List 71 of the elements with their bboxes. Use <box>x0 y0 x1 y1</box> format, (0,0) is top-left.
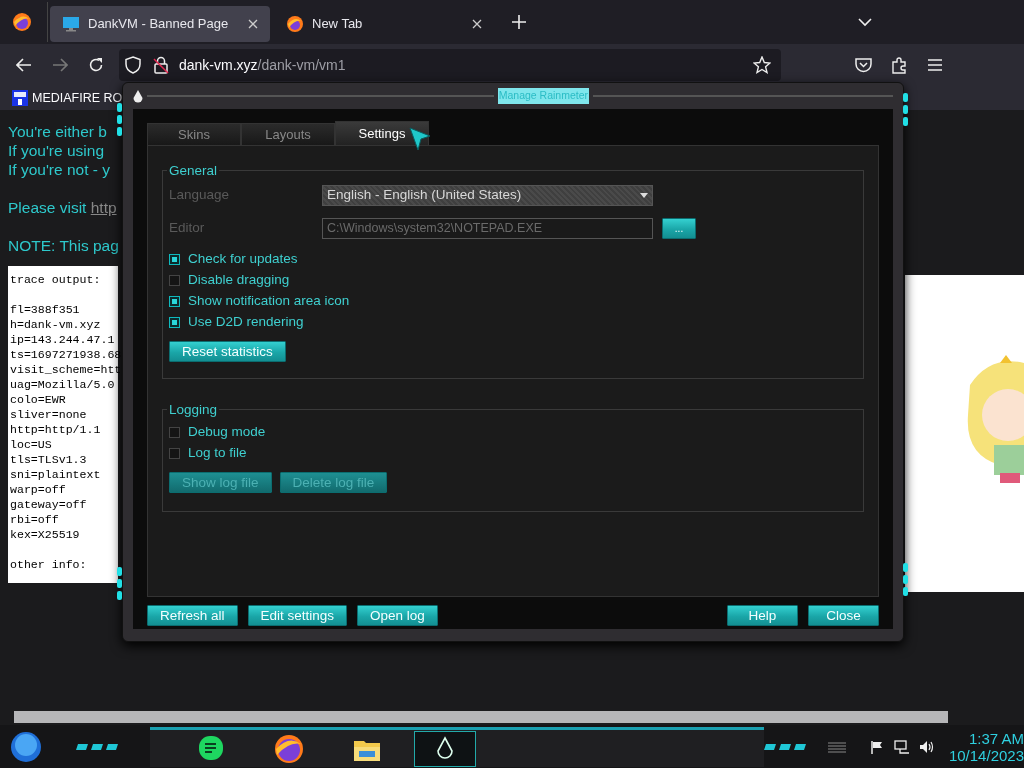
checkbox-label[interactable]: Log to file <box>188 443 247 464</box>
language-dropdown[interactable]: English - English (United States) <box>322 185 653 206</box>
frame-light <box>117 591 122 600</box>
frame-light <box>117 567 122 576</box>
network-icon[interactable] <box>893 740 910 754</box>
page-text: Please visit <box>8 199 87 216</box>
flag-icon[interactable] <box>869 740 884 754</box>
clock-time[interactable]: 1:37 AM <box>948 730 1024 747</box>
page-link[interactable]: http <box>90 199 117 216</box>
frame-light <box>117 115 122 124</box>
checkbox-label[interactable]: Check for updates <box>188 249 298 270</box>
field-label: Editor <box>169 219 206 238</box>
tab[interactable]: Layouts <box>241 123 335 145</box>
checkbox-label[interactable]: Disable dragging <box>188 270 290 291</box>
cursor-icon <box>409 127 431 151</box>
page-text: NOTE: This pag <box>8 236 118 255</box>
browser-tab[interactable]: DankVM - Banned Page <box>50 6 270 42</box>
frame-light <box>117 127 122 136</box>
start-button[interactable] <box>10 731 42 763</box>
window-title: Manage Rainmeter <box>497 88 589 104</box>
frame-light <box>903 117 908 126</box>
frame-light <box>903 105 908 114</box>
frame-light <box>903 587 908 596</box>
menu-icon[interactable] <box>928 59 942 71</box>
page-text: You're either b <box>8 122 108 141</box>
field-label: Language <box>169 186 231 205</box>
url-text[interactable]: dank-vm.xyz/dank-vm/vm1 <box>179 54 346 76</box>
checkbox-label[interactable]: Show notification area icon <box>188 291 350 312</box>
frame-light <box>903 93 908 102</box>
clock-date[interactable]: 10/14/2023 <box>948 747 1024 764</box>
checkbox[interactable] <box>169 317 180 328</box>
monitor-icon <box>62 16 80 32</box>
new-tab-icon[interactable] <box>512 15 526 29</box>
firefox-icon <box>286 15 304 33</box>
checkbox[interactable] <box>169 427 180 438</box>
frame-light <box>117 579 122 588</box>
shield-icon[interactable] <box>125 56 141 74</box>
tab[interactable]: Skins <box>147 123 241 145</box>
lock-icon[interactable] <box>153 56 169 74</box>
checkbox[interactable] <box>169 448 180 459</box>
scrollbar-thumb[interactable] <box>14 711 948 723</box>
firefox-icon[interactable] <box>12 12 32 32</box>
forward-icon[interactable] <box>52 58 68 72</box>
drop-icon <box>133 89 143 103</box>
volume-icon[interactable] <box>918 740 935 754</box>
pocket-icon[interactable] <box>855 57 872 73</box>
puzzle-icon[interactable] <box>891 56 908 74</box>
checkbox[interactable] <box>169 254 180 265</box>
browser-tab[interactable]: New Tab <box>274 6 494 42</box>
page-text: If you're using <box>8 141 105 160</box>
checkbox-label[interactable]: Use D2D rendering <box>188 312 304 333</box>
frame-light <box>117 103 122 112</box>
firefox-icon <box>274 733 304 764</box>
button: Show log file <box>169 472 272 493</box>
star-icon[interactable] <box>753 56 771 74</box>
close-icon[interactable] <box>248 19 258 29</box>
checkbox[interactable] <box>169 275 180 286</box>
checkbox-label[interactable]: Debug mode <box>188 422 266 443</box>
bookmark-link[interactable]: MEDIAFIRE RO <box>32 88 123 108</box>
taskbar-app[interactable] <box>414 730 476 767</box>
bookmark-icon <box>12 90 28 106</box>
frame-light <box>903 575 908 584</box>
tab[interactable]: Settings <box>335 121 429 145</box>
close-icon[interactable] <box>472 19 482 29</box>
back-icon[interactable] <box>16 58 32 72</box>
frame-light <box>903 563 908 572</box>
page-text: If you're not - y <box>8 160 112 179</box>
reload-icon[interactable] <box>88 57 104 73</box>
checkbox[interactable] <box>169 296 180 307</box>
caret-icon <box>640 193 648 198</box>
chevron-down-icon[interactable] <box>858 17 872 27</box>
